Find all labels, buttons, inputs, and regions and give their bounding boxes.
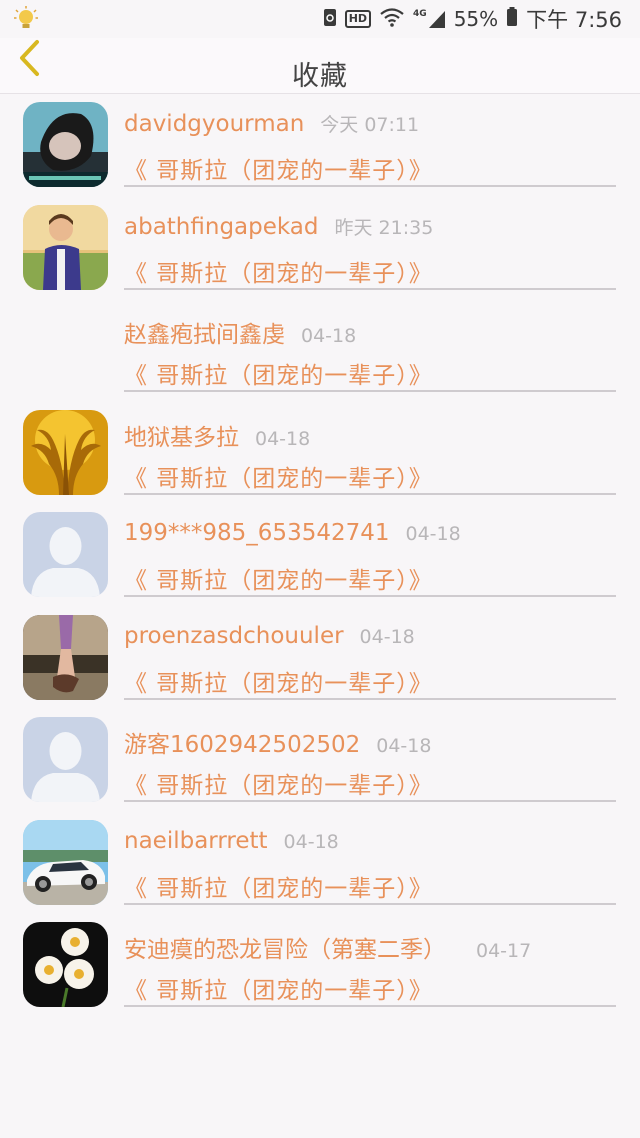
signal-icon: 4G <box>413 9 446 29</box>
timestamp: 04-17 <box>476 940 532 962</box>
timestamp: 04-18 <box>301 325 357 347</box>
list-item[interactable]: 游客1602942502502 04-18 《 哥斯拉（团宠的一辈子）》 <box>0 709 640 812</box>
divider <box>124 185 616 187</box>
username: 199***985_653542741 <box>124 520 390 546</box>
avatar[interactable] <box>23 204 108 290</box>
timestamp: 04-18 <box>255 427 311 450</box>
timestamp: 04-18 <box>283 830 339 853</box>
divider <box>124 390 616 392</box>
divider <box>124 492 616 495</box>
username: abathfingapekad <box>124 213 319 240</box>
username: 地狱基多拉 <box>124 424 239 451</box>
divider <box>124 697 616 700</box>
default-user-icon <box>23 717 108 802</box>
list-item[interactable]: 199***985_653542741 04-18 《 哥斯拉（团宠的一辈子）》 <box>0 504 640 607</box>
list-item[interactable]: davidgyourman 今天 07:11 《 哥斯拉（团宠的一辈子）》 <box>0 94 640 197</box>
timestamp: 昨天 21:35 <box>334 216 434 239</box>
novel-title[interactable]: 《 哥斯拉（团宠的一辈子）》 <box>124 356 433 390</box>
username: naeilbarrrett <box>124 827 268 854</box>
page-title: 收藏 <box>292 61 348 92</box>
username: proenzasdchouuler <box>124 622 344 649</box>
clock: 下午 7:56 <box>526 8 622 32</box>
timestamp: 04-18 <box>405 523 461 545</box>
timestamp: 今天 07:11 <box>320 114 420 136</box>
favorites-list: davidgyourman 今天 07:11 《 哥斯拉（团宠的一辈子）》 ab… <box>0 94 640 1017</box>
avatar[interactable] <box>23 717 108 802</box>
divider <box>124 1005 616 1007</box>
divider <box>124 595 616 597</box>
timestamp: 04-18 <box>359 625 415 648</box>
avatar[interactable] <box>23 819 108 905</box>
battery-icon <box>506 6 518 32</box>
status-bar: HD 4G 55% 下午 7:56 <box>0 0 640 38</box>
novel-title[interactable]: 《 哥斯拉（团宠的一辈子）》 <box>124 869 433 903</box>
divider <box>124 902 616 905</box>
sync-icon <box>323 7 337 32</box>
list-item[interactable]: naeilbarrrett 04-18 《 哥斯拉（团宠的一辈子）》 <box>0 812 640 915</box>
novel-title[interactable]: 《 哥斯拉（团宠的一辈子）》 <box>124 254 433 288</box>
novel-title[interactable]: 《 哥斯拉（团宠的一辈子）》 <box>124 151 433 185</box>
novel-title[interactable]: 《 哥斯拉（团宠的一辈子）》 <box>124 459 433 493</box>
list-item[interactable]: abathfingapekad 昨天 21:35 《 哥斯拉（团宠的一辈子）》 <box>0 197 640 300</box>
app-header: 收藏 <box>0 38 640 94</box>
avatar[interactable] <box>23 922 108 1007</box>
username: 赵鑫疱拭间鑫虔 <box>124 322 285 348</box>
wifi-icon <box>379 7 405 32</box>
novel-title[interactable]: 《 哥斯拉（团宠的一辈子）》 <box>124 664 433 698</box>
list-item[interactable]: 安迪瘼的恐龙冒险（第塞二季） 04-17 《 哥斯拉（团宠的一辈子）》 <box>0 914 640 1017</box>
avatar[interactable] <box>23 512 108 597</box>
username: 游客1602942502502 <box>124 732 361 758</box>
novel-title[interactable]: 《 哥斯拉（团宠的一辈子）》 <box>124 766 433 800</box>
battery-percent: 55% <box>453 7 499 31</box>
list-item[interactable]: proenzasdchouuler 04-18 《 哥斯拉（团宠的一辈子）》 <box>0 607 640 710</box>
timestamp: 04-18 <box>376 735 432 757</box>
list-item[interactable]: 地狱基多拉 04-18 《 哥斯拉（团宠的一辈子）》 <box>0 402 640 505</box>
list-item[interactable]: 赵鑫疱拭间鑫虔 04-18 《 哥斯拉（团宠的一辈子）》 <box>0 299 640 402</box>
novel-title[interactable]: 《 哥斯拉（团宠的一辈子）》 <box>124 561 433 595</box>
avatar[interactable] <box>23 409 108 495</box>
username: davidgyourman <box>124 111 305 137</box>
default-user-icon <box>23 512 108 597</box>
username: 安迪瘼的恐龙冒险（第塞二季） <box>124 937 446 963</box>
bulb-notification-icon <box>14 6 38 36</box>
novel-title[interactable]: 《 哥斯拉（团宠的一辈子）》 <box>124 971 433 1005</box>
avatar[interactable] <box>23 307 108 392</box>
avatar[interactable] <box>23 614 108 700</box>
divider <box>124 800 616 802</box>
hd-icon: HD <box>344 10 372 28</box>
divider <box>124 287 616 290</box>
avatar[interactable] <box>23 102 108 187</box>
